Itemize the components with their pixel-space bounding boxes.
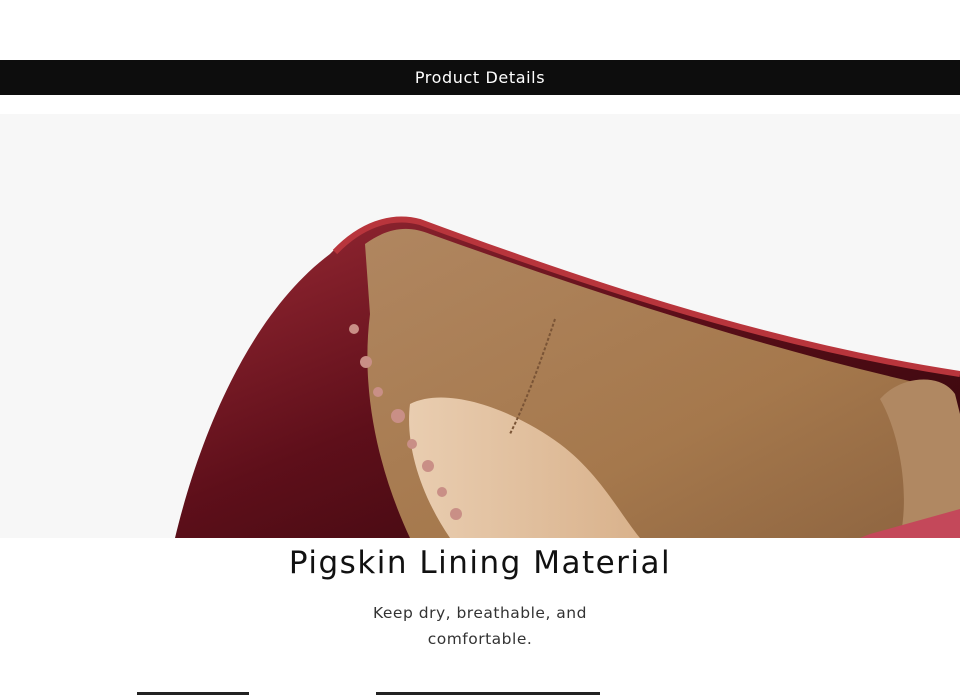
shoe-lining-image [0,114,960,538]
divider-right [376,692,600,695]
section-header-title: Product Details [414,68,546,87]
feature-title: Pigskin Lining Material [288,545,672,581]
product-photo [0,114,960,538]
feature-description: Keep dry, breathable, and comfortable. [373,604,587,648]
divider-left [137,692,249,695]
top-spacer [0,0,960,60]
section-header: Product Details [0,60,960,95]
